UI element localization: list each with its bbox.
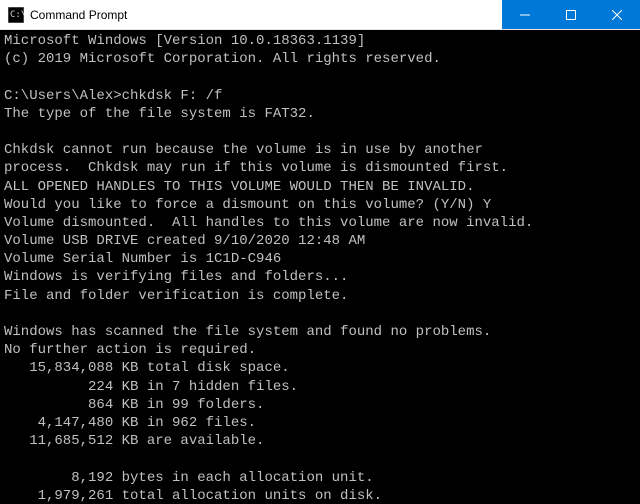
terminal-line: Volume dismounted. All handles to this v… bbox=[4, 214, 636, 232]
terminal-body[interactable]: Microsoft Windows [Version 10.0.18363.11… bbox=[0, 30, 640, 504]
terminal-line: 864 KB in 99 folders. bbox=[4, 396, 636, 414]
terminal-line: process. Chkdsk may run if this volume i… bbox=[4, 159, 636, 177]
terminal-line: File and folder verification is complete… bbox=[4, 287, 636, 305]
terminal-line: 15,834,088 KB total disk space. bbox=[4, 359, 636, 377]
terminal-line bbox=[4, 68, 636, 86]
close-button[interactable] bbox=[594, 0, 640, 29]
terminal-line: Windows has scanned the file system and … bbox=[4, 323, 636, 341]
terminal-line: Volume Serial Number is 1C1D-C946 bbox=[4, 250, 636, 268]
terminal-line: Microsoft Windows [Version 10.0.18363.11… bbox=[4, 32, 636, 50]
terminal-line: Would you like to force a dismount on th… bbox=[4, 196, 636, 214]
command-prompt-window: C:\ Command Prompt Microsoft Windows [Ve… bbox=[0, 0, 640, 504]
terminal-line: C:\Users\Alex>chkdsk F: /f bbox=[4, 87, 636, 105]
terminal-line bbox=[4, 305, 636, 323]
window-controls bbox=[502, 0, 640, 29]
titlebar[interactable]: C:\ Command Prompt bbox=[0, 0, 640, 30]
cmd-icon: C:\ bbox=[8, 7, 24, 23]
terminal-line: Chkdsk cannot run because the volume is … bbox=[4, 141, 636, 159]
terminal-line: 11,685,512 KB are available. bbox=[4, 432, 636, 450]
maximize-button[interactable] bbox=[548, 0, 594, 29]
terminal-line: 4,147,480 KB in 962 files. bbox=[4, 414, 636, 432]
terminal-line bbox=[4, 123, 636, 141]
terminal-line: Volume USB DRIVE created 9/10/2020 12:48… bbox=[4, 232, 636, 250]
terminal-line: 224 KB in 7 hidden files. bbox=[4, 378, 636, 396]
terminal-line: 8,192 bytes in each allocation unit. bbox=[4, 469, 636, 487]
terminal-line: (c) 2019 Microsoft Corporation. All righ… bbox=[4, 50, 636, 68]
svg-text:C:\: C:\ bbox=[10, 10, 24, 20]
terminal-line: 1,979,261 total allocation units on disk… bbox=[4, 487, 636, 504]
minimize-button[interactable] bbox=[502, 0, 548, 29]
terminal-line bbox=[4, 450, 636, 468]
window-title: Command Prompt bbox=[30, 8, 502, 22]
terminal-line: The type of the file system is FAT32. bbox=[4, 105, 636, 123]
terminal-line: ALL OPENED HANDLES TO THIS VOLUME WOULD … bbox=[4, 178, 636, 196]
terminal-line: Windows is verifying files and folders..… bbox=[4, 268, 636, 286]
terminal-line: No further action is required. bbox=[4, 341, 636, 359]
